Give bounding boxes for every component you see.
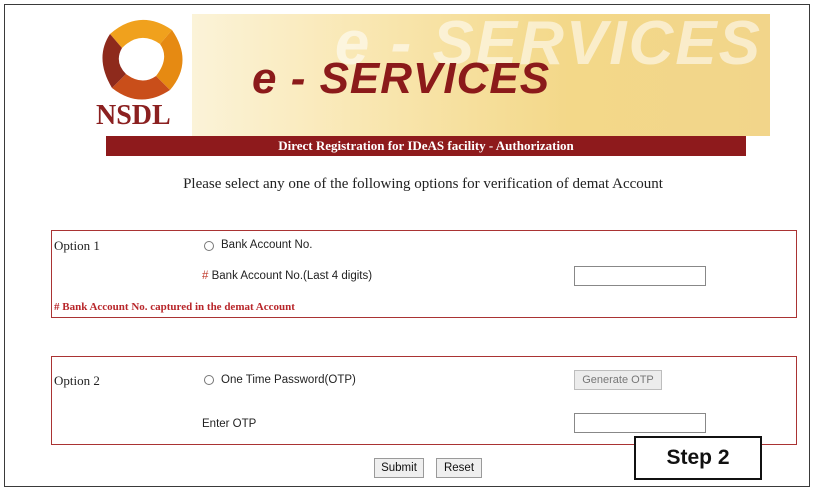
reset-button[interactable]: Reset [436, 458, 482, 478]
nsdl-emblem-icon [102, 19, 183, 100]
nsdl-logo: NSDL [96, 14, 192, 136]
intro-text: Please select any one of the following o… [183, 176, 663, 192]
bank-account-input[interactable] [574, 266, 706, 286]
option1-radio-label: Bank Account No. [221, 239, 313, 251]
option2-panel: Option 2 One Time Password(OTP) Generate… [51, 356, 797, 445]
option1-radio[interactable] [204, 241, 214, 251]
eservices-banner: e - SERVICES e - SERVICES [192, 14, 770, 136]
bank-account-field-text: Bank Account No.(Last 4 digits) [211, 270, 373, 282]
submit-button[interactable]: Submit [374, 458, 424, 478]
enter-otp-label: Enter OTP [202, 418, 257, 430]
option1-panel: Option 1 Bank Account No. # Bank Account… [51, 230, 797, 318]
bank-account-field-label: # Bank Account No.(Last 4 digits) [202, 270, 372, 282]
nsdl-logo-text: NSDL [96, 100, 171, 131]
required-hash: # [202, 270, 209, 282]
bank-account-note: # Bank Account No. captured in the demat… [54, 301, 295, 313]
header: NSDL e - SERVICES e - SERVICES [96, 14, 770, 136]
option2-radio-label: One Time Password(OTP) [221, 374, 356, 386]
banner-title: e - SERVICES [252, 54, 551, 103]
page-subtitle-bar: Direct Registration for IDeAS facility -… [106, 136, 746, 156]
step-label-box: Step 2 [634, 436, 762, 480]
option1-label: Option 1 [54, 238, 100, 253]
generate-otp-button[interactable]: Generate OTP [574, 370, 662, 390]
option2-radio[interactable] [204, 375, 214, 385]
otp-input[interactable] [574, 413, 706, 433]
option2-label: Option 2 [54, 373, 100, 388]
